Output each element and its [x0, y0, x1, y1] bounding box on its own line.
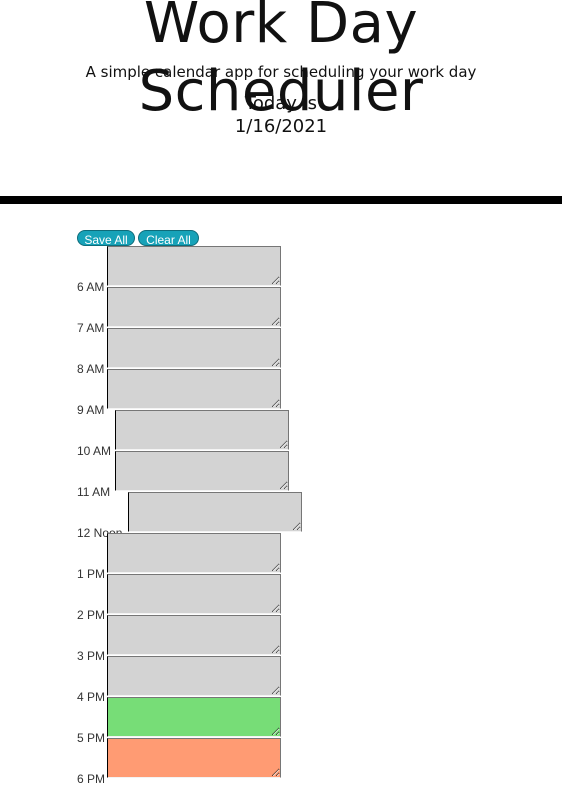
- schedule-row: 1 PM: [0, 533, 562, 580]
- clear-all-button[interactable]: Clear All: [138, 230, 199, 247]
- schedule-row: 2 PM: [0, 574, 562, 621]
- schedule-row: 9 AM: [0, 369, 562, 416]
- header-divider: [0, 196, 562, 204]
- schedule-row: 3 PM: [0, 615, 562, 662]
- page-subtitle: A simple calendar app for scheduling you…: [85, 63, 477, 81]
- time-block-input[interactable]: [107, 697, 281, 737]
- hour-label: 6 PM: [77, 772, 106, 786]
- time-block-input[interactable]: [107, 287, 281, 327]
- app-header: Work Day Scheduler A simple calendar app…: [0, 0, 562, 196]
- time-block-input[interactable]: [107, 328, 281, 368]
- schedule-row: 6 PM: [0, 738, 562, 785]
- time-block-input[interactable]: [107, 738, 281, 778]
- schedule-row: 12 Noon: [0, 492, 562, 539]
- schedule-list: 6 AM 7 AM 8 AM 9 AM 10 AM 11 AM 12 Noon …: [0, 246, 562, 785]
- time-block-input[interactable]: [107, 656, 281, 696]
- schedule-row: 6 AM: [0, 246, 562, 293]
- today-label: Today is: [244, 93, 318, 114]
- schedule-row: 7 AM: [0, 287, 562, 334]
- time-block-input[interactable]: [107, 615, 281, 655]
- schedule-row: 4 PM: [0, 656, 562, 703]
- schedule-row: 8 AM: [0, 328, 562, 375]
- schedule-row: 11 AM: [0, 451, 562, 498]
- schedule-row: 10 AM: [0, 410, 562, 457]
- time-block-input[interactable]: [107, 369, 281, 409]
- time-block-input[interactable]: [107, 246, 281, 286]
- time-block-input[interactable]: [115, 451, 289, 491]
- time-block-input[interactable]: [115, 410, 289, 450]
- schedule-row: 5 PM: [0, 697, 562, 744]
- save-all-button[interactable]: Save All: [77, 230, 135, 247]
- time-block-input[interactable]: [128, 492, 302, 532]
- time-block-input[interactable]: [107, 533, 281, 573]
- time-block-input[interactable]: [107, 574, 281, 614]
- today-date: 1/16/2021: [234, 116, 328, 137]
